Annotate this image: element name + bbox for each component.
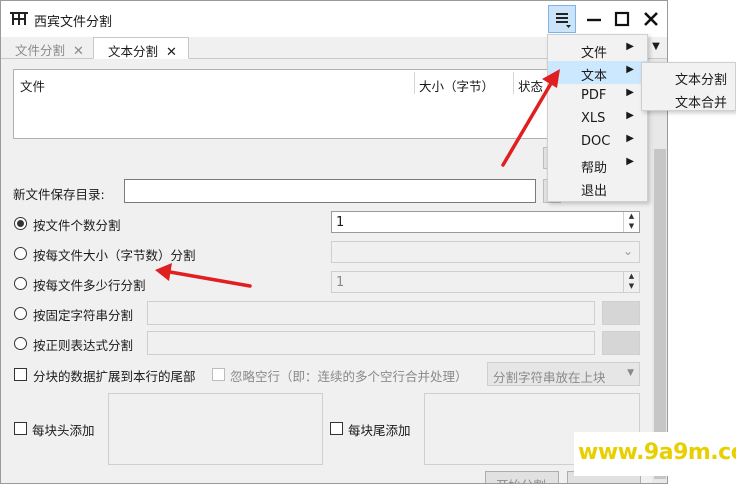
column-divider xyxy=(414,72,415,94)
lines-per-file-value: 1 xyxy=(336,275,345,290)
tab-label: 文本分割 xyxy=(108,44,159,59)
menu-item-label: PDF xyxy=(581,88,607,103)
save-dir-label: 新文件保存目录: xyxy=(13,187,105,202)
submenu-arrow-icon: ▶ xyxy=(626,156,634,167)
submenu-arrow-icon: ▶ xyxy=(626,64,634,75)
maximize-button[interactable] xyxy=(609,7,635,31)
minimize-button[interactable] xyxy=(581,7,607,31)
tab-list-dropdown[interactable]: ▼ xyxy=(647,41,665,57)
radio-split-by-string[interactable] xyxy=(14,307,27,320)
spin-up-icon[interactable]: ▲ xyxy=(624,212,639,222)
spin-up-icon[interactable]: ▲ xyxy=(624,272,639,282)
radio-split-by-count[interactable] xyxy=(14,217,27,230)
main-menu-button[interactable] xyxy=(548,5,576,33)
scrollbar-thumb[interactable] xyxy=(654,149,666,479)
header-textarea[interactable] xyxy=(108,393,323,465)
ignore-blank-checkbox[interactable] xyxy=(212,368,225,381)
window-title: 西宾文件分割 xyxy=(34,15,113,30)
watermark-text: www.9a9m.com xyxy=(578,440,736,465)
title-bar: 西宾文件分割 xyxy=(1,1,667,37)
regex-input[interactable] xyxy=(147,331,595,355)
fixed-string-button[interactable] xyxy=(602,301,640,325)
ignore-blank-label[interactable]: 忽略空行（即：连续的多个空行合并处理） xyxy=(230,366,468,385)
lines-spinner[interactable]: ▲ ▼ xyxy=(623,272,639,292)
option-label[interactable]: 按固定字符串分割 xyxy=(33,305,133,324)
column-header-status[interactable]: 状态 xyxy=(518,76,543,95)
file-count-value: 1 xyxy=(336,215,345,230)
close-tab-icon[interactable]: ✕ xyxy=(166,45,177,60)
chevron-down-icon: ▼ xyxy=(627,368,634,378)
menu-item-label: XLS xyxy=(581,111,606,126)
app-logo-icon xyxy=(10,12,28,25)
main-menu-dropdown: 文件 ▶ 文本 ▶ PDF ▶ XLS ▶ DOC ▶ 帮助 ▶ 退出 xyxy=(547,34,648,202)
header-checkbox[interactable] xyxy=(14,422,27,435)
column-header-file[interactable]: 文件 xyxy=(20,76,45,95)
file-count-input[interactable]: 1 ▲ ▼ xyxy=(331,211,640,233)
menu-item-help[interactable]: 帮助 ▶ xyxy=(548,153,647,176)
option-label[interactable]: 按每文件大小（字节数）分割 xyxy=(33,245,196,264)
text-submenu: 文本分割 文本合并 xyxy=(641,62,736,111)
option-label[interactable]: 按每文件多少行分割 xyxy=(33,275,146,294)
footer-checkbox[interactable] xyxy=(330,422,343,435)
menu-item-text[interactable]: 文本 ▶ xyxy=(548,61,647,84)
menu-item-doc[interactable]: DOC ▶ xyxy=(548,130,647,153)
vertical-scrollbar[interactable] xyxy=(652,59,667,483)
close-tab-icon[interactable]: ✕ xyxy=(73,44,84,59)
separator-position-value: 分割字符串放在上块 xyxy=(493,370,606,385)
submenu-item-text-merge[interactable]: 文本合并 xyxy=(642,88,735,111)
submenu-item-label: 文本合并 xyxy=(675,96,728,111)
menu-item-label: 文件 xyxy=(581,46,608,61)
column-header-size[interactable]: 大小（字节） xyxy=(419,76,494,95)
save-dir-input[interactable] xyxy=(124,179,536,203)
submenu-item-text-split[interactable]: 文本分割 xyxy=(642,65,735,88)
spin-down-icon[interactable]: ▼ xyxy=(624,282,639,292)
menu-item-pdf[interactable]: PDF ▶ xyxy=(548,84,647,107)
submenu-arrow-icon: ▶ xyxy=(626,110,634,121)
lines-per-file-input[interactable]: 1 ▲ ▼ xyxy=(331,271,640,293)
menu-item-label: DOC xyxy=(581,134,611,149)
extend-tail-label[interactable]: 分块的数据扩展到本行的尾部 xyxy=(33,366,196,385)
extend-tail-checkbox[interactable] xyxy=(14,368,27,381)
hamburger-menu-icon xyxy=(556,13,571,28)
start-split-button[interactable]: 开始分割 xyxy=(485,471,559,483)
menu-item-xls[interactable]: XLS ▶ xyxy=(548,107,647,130)
menu-item-label: 帮助 xyxy=(581,161,608,176)
fixed-string-input[interactable] xyxy=(147,301,595,325)
menu-item-label: 文本 xyxy=(581,69,608,84)
menu-item-label: 退出 xyxy=(581,184,608,199)
submenu-arrow-icon: ▶ xyxy=(626,87,634,98)
tab-text-split[interactable]: 文本分割 ✕ xyxy=(93,37,189,60)
watermark: www.9a9m.com xyxy=(574,432,736,476)
radio-split-by-lines[interactable] xyxy=(14,277,27,290)
radio-split-by-size[interactable] xyxy=(14,247,27,260)
menu-item-exit[interactable]: 退出 xyxy=(548,176,647,199)
option-label[interactable]: 按正则表达式分割 xyxy=(33,335,133,354)
separator-position-select[interactable]: 分割字符串放在上块 ▼ xyxy=(487,362,640,386)
option-label[interactable]: 按文件个数分割 xyxy=(33,215,121,234)
submenu-arrow-icon: ▶ xyxy=(626,41,634,52)
submenu-arrow-icon: ▶ xyxy=(626,133,634,144)
spin-down-icon[interactable]: ▼ xyxy=(624,222,639,232)
radio-split-by-regex[interactable] xyxy=(14,337,27,350)
regex-button[interactable] xyxy=(602,331,640,355)
chevron-down-icon: ⌄ xyxy=(622,244,633,258)
header-label[interactable]: 每块头添加 xyxy=(32,420,95,439)
file-size-select[interactable]: ⌄ xyxy=(331,241,640,263)
footer-label[interactable]: 每块尾添加 xyxy=(348,420,411,439)
column-divider xyxy=(513,72,514,94)
submenu-item-label: 文本分割 xyxy=(675,73,728,88)
tab-label: 文件分割 xyxy=(15,43,66,58)
file-count-spinner[interactable]: ▲ ▼ xyxy=(623,212,639,232)
file-list-table[interactable]: 文件 大小（字节） 状态 xyxy=(13,69,561,139)
close-button[interactable] xyxy=(638,7,664,31)
tab-file-split[interactable]: 文件分割 ✕ xyxy=(1,37,95,59)
menu-item-file[interactable]: 文件 ▶ xyxy=(548,38,647,61)
